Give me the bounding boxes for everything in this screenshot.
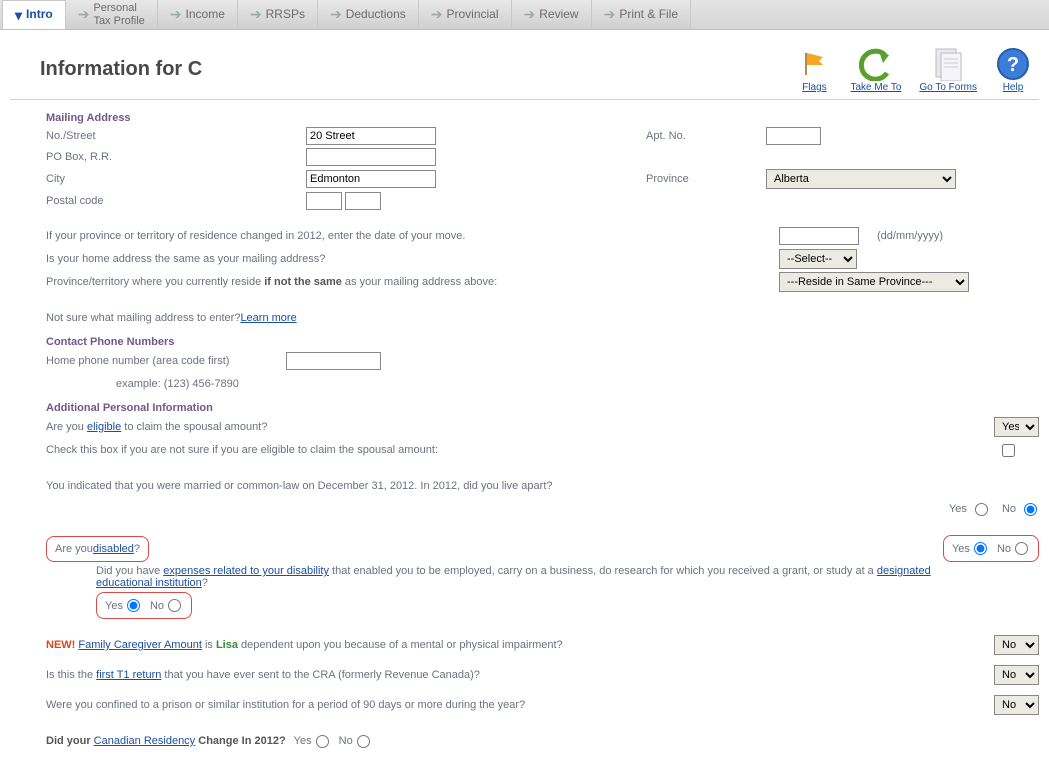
expense-answer-box: Yes No [96, 592, 192, 619]
home-phone-label: Home phone number (area code first) [46, 355, 286, 367]
help-icon: ? [995, 46, 1031, 82]
arrow-right-icon: ➔ [170, 6, 182, 23]
pobox-input[interactable] [306, 148, 436, 166]
not-sure-text: Not sure what mailing address to enter? [46, 312, 240, 324]
live-apart-yes-radio[interactable] [975, 503, 988, 516]
disability-expenses-link[interactable]: expenses related to your disability [163, 565, 329, 577]
prison-text: Were you confined to a prison or similar… [46, 699, 994, 711]
take-me-to-button[interactable]: Take Me To [850, 46, 901, 93]
first-t1-link[interactable]: first T1 return [96, 669, 161, 681]
additional-info-header: Additional Personal Information [46, 402, 1039, 414]
chevron-down-icon: ▾ [15, 7, 22, 24]
province-select[interactable]: Alberta [766, 169, 956, 189]
eligible-link[interactable]: eligible [87, 421, 121, 433]
residency-yes-radio[interactable] [316, 735, 329, 748]
arrow-right-icon: ➔ [78, 6, 90, 23]
move-date-hint: (dd/mm/yyyy) [877, 230, 943, 242]
expense-no-radio[interactable] [168, 599, 181, 612]
learn-more-link[interactable]: Learn more [240, 312, 296, 324]
disabled-yes-radio[interactable] [974, 542, 987, 555]
fca-select[interactable]: No [994, 635, 1039, 655]
same-address-select[interactable]: --Select-- [779, 249, 857, 269]
arrow-right-icon: ➔ [604, 6, 616, 23]
tab-personal-tax-profile[interactable]: ➔ PersonalTax Profile [66, 0, 158, 29]
family-caregiver-link[interactable]: Family Caregiver Amount [78, 639, 202, 651]
phone-example: example: (123) 456-7890 [46, 378, 239, 390]
page-title: Information for C [40, 58, 202, 81]
tab-review[interactable]: ➔ Review [512, 0, 592, 29]
curved-arrow-icon [858, 46, 894, 82]
residency-no-radio[interactable] [357, 735, 370, 748]
toolbar: Flags Take Me To Go To Forms ? Help [796, 46, 1039, 93]
tab-income[interactable]: ➔ Income [158, 0, 238, 29]
arrow-right-icon: ➔ [524, 6, 536, 23]
forms-icon [930, 46, 966, 82]
mailing-address-header: Mailing Address [46, 112, 1039, 124]
same-address-text: Is your home address the same as your ma… [46, 253, 779, 265]
married-apart-text: You indicated that you were married or c… [46, 480, 1039, 492]
city-input[interactable] [306, 170, 436, 188]
disabled-question-box: Are you disabled? [46, 536, 149, 562]
reside-select[interactable]: ---Reside in Same Province--- [779, 272, 969, 292]
move-date-input[interactable] [779, 227, 859, 245]
postal-label: Postal code [46, 195, 306, 207]
live-apart-no-radio[interactable] [1024, 503, 1037, 516]
postal-input-2[interactable] [345, 192, 381, 210]
go-to-forms-button[interactable]: Go To Forms [919, 46, 977, 93]
eligible-select[interactable]: Yes [994, 417, 1039, 437]
eligible-text: Are you eligible to claim the spousal am… [46, 421, 994, 433]
arrow-right-icon: ➔ [330, 6, 342, 23]
tab-print-file[interactable]: ➔ Print & File [592, 0, 691, 29]
city-label: City [46, 173, 306, 185]
flag-icon [796, 46, 832, 82]
apt-input[interactable] [766, 127, 821, 145]
province-label: Province [646, 173, 766, 185]
residency-text: Did your Canadian Residency Change In 20… [46, 735, 286, 747]
tab-provincial[interactable]: ➔ Provincial [419, 0, 512, 29]
canadian-residency-link[interactable]: Canadian Residency [94, 735, 196, 747]
tab-intro[interactable]: ▾ Intro [2, 0, 66, 29]
apt-label: Apt. No. [646, 130, 766, 142]
pobox-label: PO Box, R.R. [46, 151, 306, 163]
postal-input-1[interactable] [306, 192, 342, 210]
fca-text: NEW! Family Caregiver Amount is Lisa dep… [46, 639, 994, 651]
expense-yes-radio[interactable] [127, 599, 140, 612]
disabled-no-radio[interactable] [1015, 542, 1028, 555]
arrow-right-icon: ➔ [250, 6, 262, 23]
home-phone-input[interactable] [286, 352, 381, 370]
no-street-label: No./Street [46, 130, 306, 142]
not-sure-checkbox[interactable] [1002, 444, 1015, 457]
contact-phone-header: Contact Phone Numbers [46, 336, 1039, 348]
svg-text:?: ? [1007, 54, 1019, 76]
arrow-right-icon: ➔ [431, 6, 443, 23]
tab-rrsps[interactable]: ➔ RRSPs [238, 0, 318, 29]
expense-text: Did you have expenses related to your di… [96, 565, 966, 589]
reside-text: Province/territory where you currently r… [46, 276, 779, 288]
no-street-input[interactable] [306, 127, 436, 145]
top-tab-bar: ▾ Intro ➔ PersonalTax Profile ➔ Income ➔… [0, 0, 1049, 30]
disabled-link[interactable]: disabled [93, 543, 134, 555]
checkbox-text: Check this box if you are not sure if yo… [46, 444, 1002, 456]
flags-button[interactable]: Flags [796, 46, 832, 93]
disabled-answer-box: Yes No [943, 535, 1039, 562]
help-button[interactable]: ? Help [995, 46, 1031, 93]
tab-deductions[interactable]: ➔ Deductions [318, 0, 419, 29]
move-date-text: If your province or territory of residen… [46, 230, 779, 242]
first-t1-select[interactable]: No [994, 665, 1039, 685]
first-t1-text: Is this the first T1 return that you hav… [46, 669, 994, 681]
prison-select[interactable]: No [994, 695, 1039, 715]
